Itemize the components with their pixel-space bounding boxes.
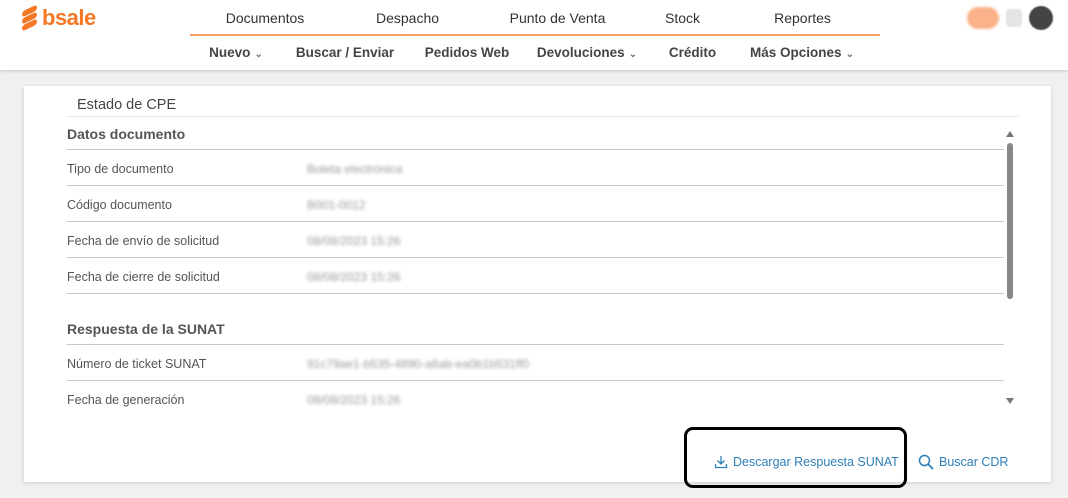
sub-nav-devoluciones[interactable]: Devoluciones ⌄ <box>526 36 648 70</box>
scroll-up-arrow-icon[interactable] <box>1006 131 1014 137</box>
help-icon[interactable] <box>1006 9 1022 27</box>
main-nav-despacho[interactable]: Despacho <box>340 0 475 36</box>
sub-nav: Nuevo ⌄ Buscar / Enviar Pedidos Web Devol… <box>190 36 880 70</box>
page-title: Estado de CPE <box>77 97 177 113</box>
row-label: Número de ticket SUNAT <box>67 357 207 371</box>
row-label: Fecha de cierre de solicitud <box>67 270 220 284</box>
search-cdr-button[interactable]: Buscar CDR <box>918 452 1008 472</box>
highlight-frame <box>684 427 907 488</box>
main-nav-punto-de-venta[interactable]: Punto de Venta <box>475 0 640 36</box>
sub-nav-label: Más Opciones <box>750 45 842 60</box>
bsale-logo[interactable]: bsale <box>22 4 96 32</box>
sub-nav-mas-opciones[interactable]: Más Opciones ⌄ <box>737 36 867 70</box>
chevron-down-icon: ⌄ <box>845 49 854 60</box>
table-row: Fecha de generación 08/08/2023 15:26 <box>67 380 1004 407</box>
row-divider <box>67 293 1004 294</box>
details-scroll-area[interactable]: Datos documento Tipo de documento Boleta… <box>67 117 1004 407</box>
sub-nav-label: Buscar / Enviar <box>295 45 395 60</box>
section-title-respuesta-sunat: Respuesta de la SUNAT <box>67 321 225 337</box>
notification-badge[interactable] <box>967 7 999 29</box>
sub-nav-label: Devoluciones <box>536 45 625 60</box>
main-nav-reportes[interactable]: Reportes <box>725 0 880 36</box>
main-nav-documentos[interactable]: Documentos <box>190 0 340 36</box>
vertical-scrollbar[interactable] <box>1004 129 1018 406</box>
table-row: Código documento B001-0012 <box>67 185 1004 221</box>
row-label: Fecha de envío de solicitud <box>67 234 220 248</box>
sub-nav-label: Nuevo <box>209 45 251 60</box>
row-value: 08/08/2023 15:26 <box>307 234 401 248</box>
row-label: Código documento <box>67 198 172 212</box>
brand-name: bsale <box>42 5 96 30</box>
sub-nav-label: Crédito <box>668 45 717 60</box>
sub-nav-credito[interactable]: Crédito <box>648 36 737 70</box>
scroll-down-arrow-icon[interactable] <box>1006 398 1014 404</box>
row-value: Boleta electrónica <box>307 162 403 176</box>
row-value: 91c79ae1-b535-4890-a6ab-ea0b1b531ff0 <box>307 357 529 371</box>
row-value: 08/08/2023 15:26 <box>307 393 401 407</box>
scrollbar-thumb[interactable] <box>1007 143 1013 299</box>
top-bar: bsale Documentos Despacho Punto de Venta… <box>0 0 1068 70</box>
row-value: 08/08/2023 15:26 <box>307 270 401 284</box>
main-nav-stock[interactable]: Stock <box>640 0 725 36</box>
table-row: Número de ticket SUNAT 91c79ae1-b535-489… <box>67 344 1004 380</box>
row-value: B001-0012 <box>307 198 366 212</box>
sub-nav-buscar-enviar[interactable]: Buscar / Enviar <box>282 36 408 70</box>
table-row: Fecha de envío de solicitud 08/08/2023 1… <box>67 221 1004 257</box>
sub-nav-pedidos-web[interactable]: Pedidos Web <box>408 36 526 70</box>
chevron-down-icon: ⌄ <box>628 49 638 60</box>
search-cdr-label: Buscar CDR <box>939 455 1009 469</box>
row-label: Fecha de generación <box>67 393 185 407</box>
main-nav: Documentos Despacho Punto de Venta Stock… <box>190 0 880 36</box>
sub-nav-nuevo[interactable]: Nuevo ⌄ <box>190 36 282 70</box>
table-row: Tipo de documento Boleta electrónica <box>67 149 1004 185</box>
sub-nav-label: Pedidos Web <box>424 45 510 60</box>
cpe-status-panel: Estado de CPE Datos documento Tipo de do… <box>24 86 1051 482</box>
search-icon <box>918 454 934 470</box>
table-row: Fecha de cierre de solicitud 08/08/2023 … <box>67 257 1004 293</box>
section-title-datos-documento: Datos documento <box>67 126 186 142</box>
chevron-down-icon: ⌄ <box>254 49 263 60</box>
avatar[interactable] <box>1029 6 1053 30</box>
row-label: Tipo de documento <box>67 162 174 176</box>
bsale-logo-icon <box>22 4 38 32</box>
